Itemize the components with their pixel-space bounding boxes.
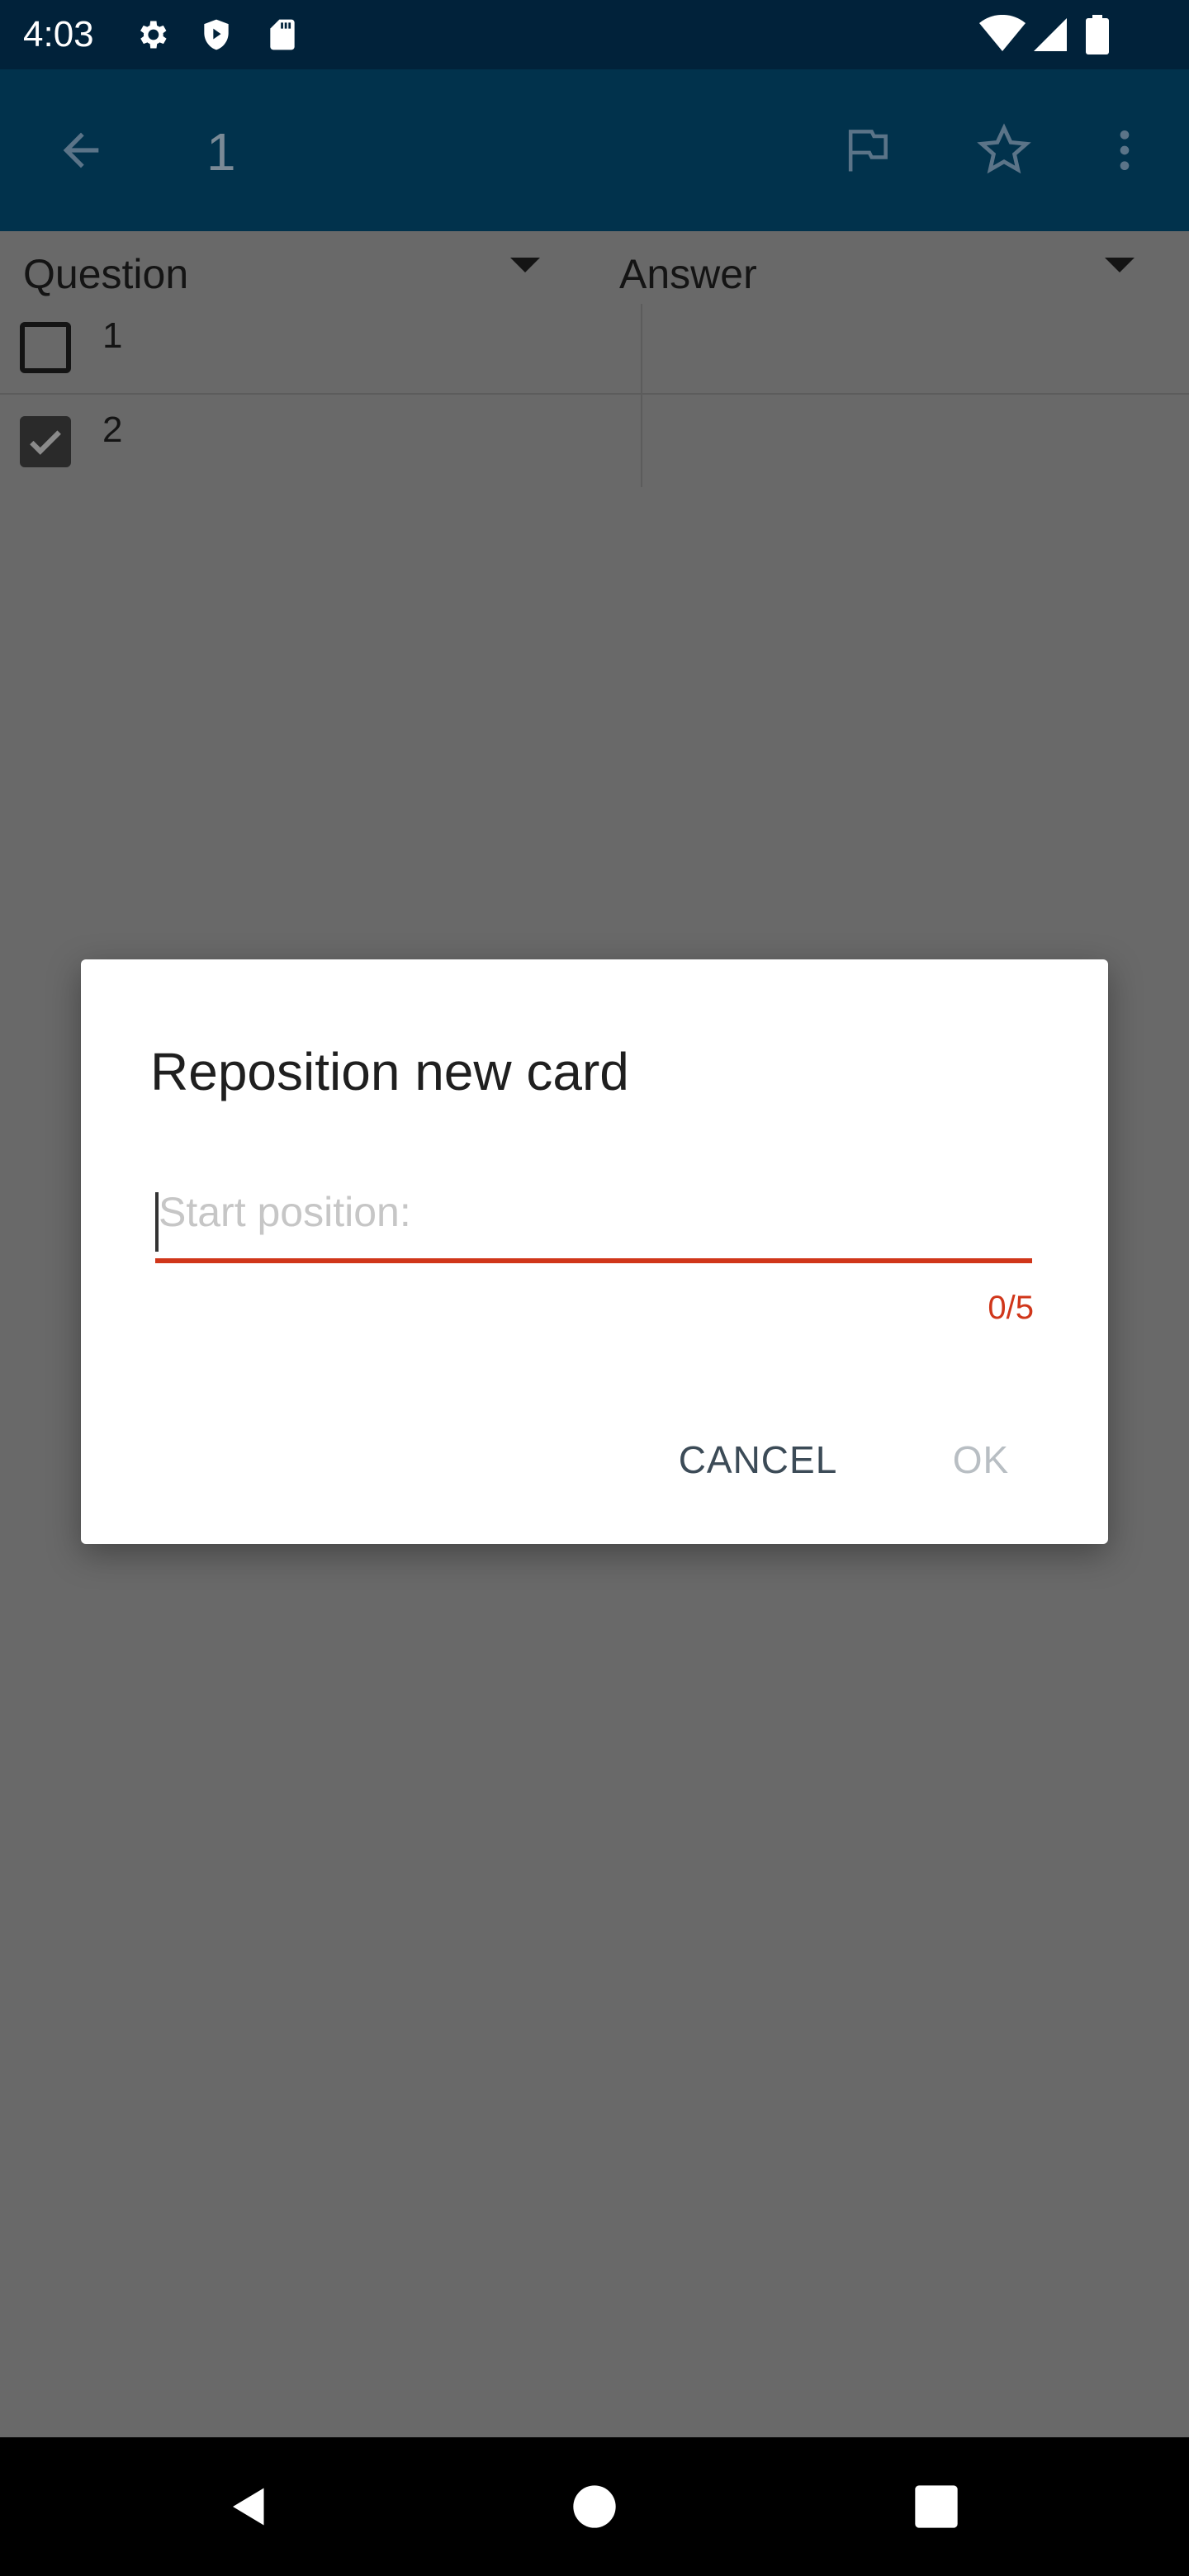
- row-checkbox[interactable]: [20, 322, 71, 373]
- system-nav-bar: [0, 2437, 1189, 2576]
- app-bar: 1: [0, 69, 1189, 231]
- star-icon[interactable]: [963, 109, 1045, 192]
- back-arrow-icon[interactable]: [40, 109, 122, 192]
- column-divider: [641, 304, 642, 487]
- shield-play-icon: [198, 17, 234, 53]
- home-circle-icon[interactable]: [561, 2474, 628, 2540]
- back-triangle-icon[interactable]: [216, 2474, 282, 2540]
- row-question: 1: [102, 315, 123, 356]
- gear-icon: [134, 17, 170, 53]
- row-checkbox-checked[interactable]: [20, 416, 71, 467]
- wifi-icon: [979, 14, 1026, 54]
- battery-icon: [1085, 15, 1110, 54]
- start-position-field-wrap: [155, 1179, 1032, 1253]
- character-counter: 0/5: [988, 1290, 1034, 1326]
- dialog-title: Reposition new card: [150, 1042, 629, 1101]
- text-cursor: [155, 1192, 159, 1252]
- status-time: 4:03: [23, 14, 94, 54]
- cancel-button[interactable]: CANCEL: [659, 1418, 857, 1501]
- column-header-question[interactable]: Question: [23, 238, 188, 310]
- start-position-input[interactable]: [155, 1179, 1032, 1245]
- check-icon: [30, 430, 61, 455]
- app-bar-title: 1: [206, 122, 236, 182]
- ok-button[interactable]: OK: [923, 1418, 1039, 1501]
- reposition-dialog: Reposition new card 0/5 CANCEL OK: [81, 959, 1108, 1544]
- sd-card-icon: [264, 17, 301, 53]
- input-underline: [155, 1258, 1032, 1263]
- recents-square-icon[interactable]: [903, 2474, 969, 2540]
- question-dropdown-arrow-icon[interactable]: [510, 258, 540, 272]
- column-header-answer[interactable]: Answer: [619, 238, 757, 310]
- more-vert-icon[interactable]: [1083, 109, 1166, 192]
- answer-dropdown-arrow-icon[interactable]: [1105, 258, 1135, 272]
- signal-icon: [1030, 15, 1070, 54]
- status-bar: 4:03: [0, 0, 1189, 69]
- row-divider: [0, 393, 1189, 395]
- row-question: 2: [102, 410, 123, 450]
- flag-icon[interactable]: [826, 109, 908, 192]
